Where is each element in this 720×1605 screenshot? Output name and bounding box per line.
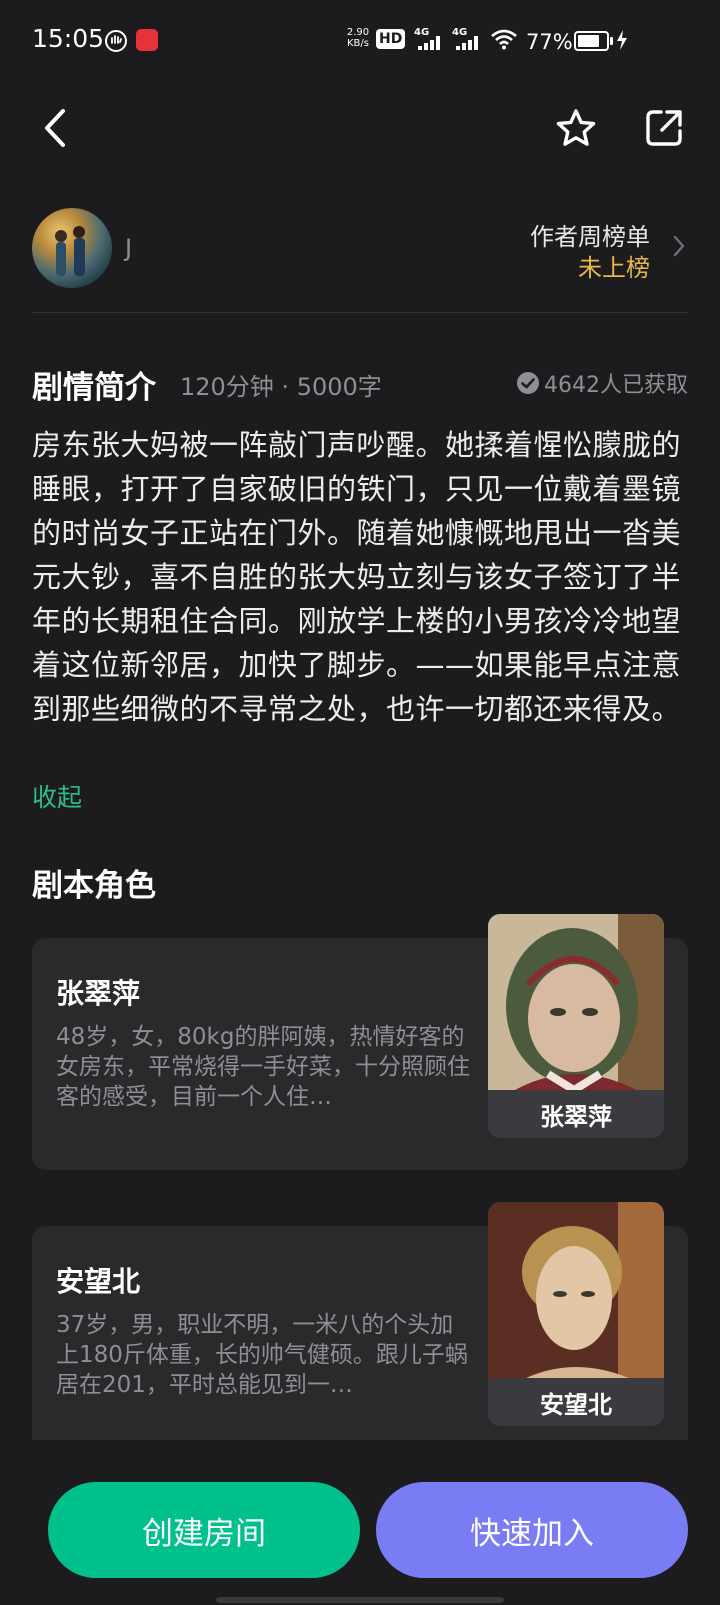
role-portrait[interactable]: 张翠萍 xyxy=(488,914,664,1138)
home-indicator[interactable] xyxy=(216,1597,504,1603)
obtained-label: 4642人已获取 xyxy=(544,373,688,398)
rank-title: 作者周榜单 xyxy=(530,223,650,251)
role-name: 张翠萍 xyxy=(56,977,141,1010)
net-speed: 2.90 KB/s xyxy=(343,27,373,49)
portrait-label: 安望北 xyxy=(488,1378,664,1426)
chevron-right-icon xyxy=(673,235,685,257)
rank-value: 未上榜 xyxy=(578,254,650,282)
roles-title: 剧本角色 xyxy=(32,868,156,904)
favorite-button[interactable] xyxy=(550,100,602,156)
wifi-icon xyxy=(491,29,517,50)
synopsis-text: 房东张大妈被一阵敲门声吵醒。她揉着惺忪朦胧的睡眼，打开了自家破旧的铁门，只见一位… xyxy=(32,428,682,726)
charging-bolt-icon xyxy=(617,30,627,50)
chevron-left-icon xyxy=(45,109,65,147)
avatar-image xyxy=(55,226,85,276)
signal-icon xyxy=(418,36,440,50)
share-button[interactable] xyxy=(640,100,688,156)
status-bar: 15:05 2.90 KB/s HD 4G 4G 77% xyxy=(0,0,720,84)
collapse-link[interactable]: 收起 xyxy=(32,778,82,814)
net-speed-unit: KB/s xyxy=(347,38,369,49)
check-circle-icon xyxy=(517,372,539,394)
role-name: 安望北 xyxy=(56,1265,141,1298)
battery-cap xyxy=(610,37,613,45)
star-outline-icon xyxy=(556,109,596,146)
divider xyxy=(32,312,688,313)
author-rank-link[interactable]: 作者周榜单 未上榜 xyxy=(470,210,688,290)
synopsis-meta: 120分钟 · 5000字 xyxy=(180,373,382,401)
signal-icon xyxy=(456,36,478,50)
notification-app-icon xyxy=(136,29,158,51)
role-portrait[interactable]: 安望北 xyxy=(488,1202,664,1426)
battery-fill xyxy=(578,35,599,47)
author-name[interactable]: J xyxy=(125,234,132,262)
external-share-icon xyxy=(646,110,682,146)
net-speed-value: 2.90 xyxy=(346,27,370,38)
author-avatar[interactable] xyxy=(32,208,112,288)
notification-hand-icon xyxy=(105,30,127,52)
battery-icon xyxy=(574,31,609,51)
role-desc: 37岁，男，职业不明，一米八的个头加上180斤体重，长的帅气健硕。跟儿子蜗居在2… xyxy=(56,1312,468,1398)
create-room-button[interactable]: 创建房间 xyxy=(48,1482,360,1578)
battery-percent: 77% xyxy=(526,30,573,54)
portrait-image xyxy=(488,1202,664,1382)
portrait-image xyxy=(488,914,664,1095)
role-desc: 48岁，女，80kg的胖阿姨，热情好客的女房东，平常烧得一手好菜，十分照顾住客的… xyxy=(56,1024,470,1110)
hd-badge: HD xyxy=(376,29,406,49)
synopsis-title: 剧情简介 xyxy=(32,370,156,406)
back-button[interactable] xyxy=(30,100,80,156)
obtained-count: 4642人已获取 xyxy=(516,367,688,399)
portrait-label: 张翠萍 xyxy=(488,1090,664,1138)
status-time: 15:05 xyxy=(32,24,105,53)
quick-join-button[interactable]: 快速加入 xyxy=(376,1482,688,1578)
